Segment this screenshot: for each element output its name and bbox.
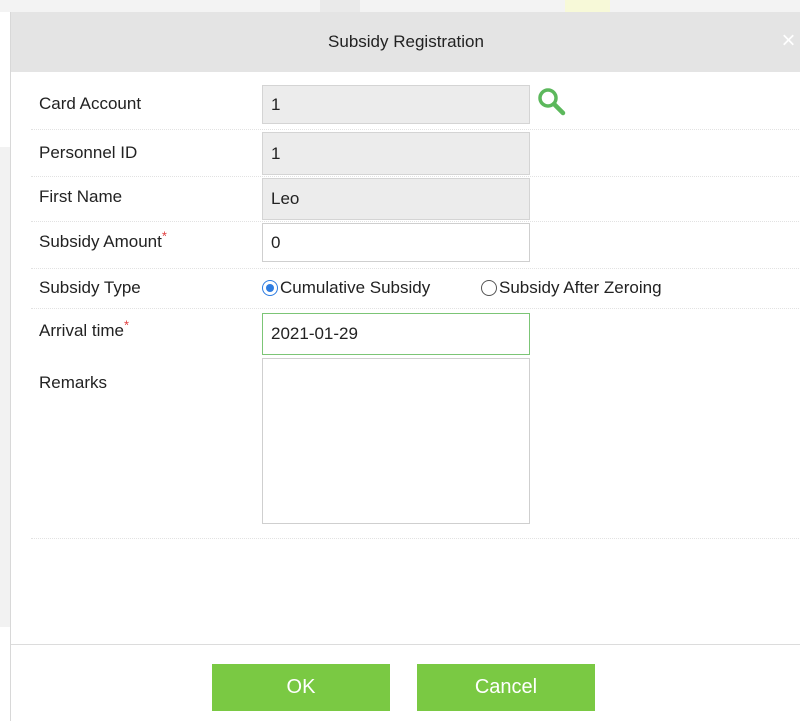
background-highlight	[320, 0, 360, 12]
card-account-label: Card Account	[39, 94, 142, 113]
row-divider	[31, 308, 800, 309]
required-mark: *	[124, 317, 130, 333]
radio-cumulative-subsidy[interactable]: Cumulative Subsidy	[262, 275, 430, 301]
personnel-id-field[interactable]	[262, 132, 530, 175]
remarks-label: Remarks	[39, 373, 108, 392]
dialog-header: Subsidy Registration ×	[11, 12, 800, 72]
subsidy-amount-input[interactable]	[262, 223, 530, 262]
background-strip	[0, 0, 800, 12]
background-shade	[0, 147, 10, 627]
subsidy-registration-dialog: Subsidy Registration × Card Account Pers…	[10, 12, 800, 721]
radio-subsidy-after-zeroing[interactable]: Subsidy After Zeroing	[481, 275, 662, 301]
ok-button[interactable]: OK	[212, 664, 390, 711]
card-account-field[interactable]	[262, 85, 530, 124]
row-divider	[31, 268, 800, 269]
radio-label-cumulative-subsidy: Cumulative Subsidy	[280, 278, 431, 297]
radio-button[interactable]	[481, 280, 497, 296]
dialog-title: Subsidy Registration	[328, 32, 484, 51]
background-highlight	[565, 0, 610, 12]
remarks-textarea[interactable]	[262, 358, 530, 524]
subsidy-type-label: Subsidy Type	[39, 278, 141, 297]
footer-divider	[11, 644, 800, 645]
row-divider	[31, 129, 800, 130]
arrival-time-input[interactable]	[262, 313, 530, 355]
cancel-button[interactable]: Cancel	[417, 664, 595, 711]
subsidy-amount-label: Subsidy Amount*	[39, 229, 167, 252]
row-divider	[31, 221, 800, 222]
row-divider	[31, 538, 800, 539]
search-icon[interactable]	[536, 86, 568, 118]
required-mark: *	[161, 228, 167, 244]
radio-label-subsidy-after-zeroing: Subsidy After Zeroing	[499, 278, 662, 297]
row-divider	[31, 176, 800, 177]
personnel-id-label: Personnel ID	[39, 143, 138, 162]
background-page-edge	[0, 12, 10, 721]
first-name-label: First Name	[39, 187, 123, 206]
subsidy-amount-label-text: Subsidy Amount	[39, 232, 162, 251]
radio-button-checked[interactable]	[262, 280, 278, 296]
arrival-time-label: Arrival time*	[39, 318, 129, 341]
first-name-field[interactable]	[262, 178, 530, 220]
close-icon[interactable]: ×	[776, 26, 800, 56]
arrival-time-label-text: Arrival time	[39, 321, 125, 340]
